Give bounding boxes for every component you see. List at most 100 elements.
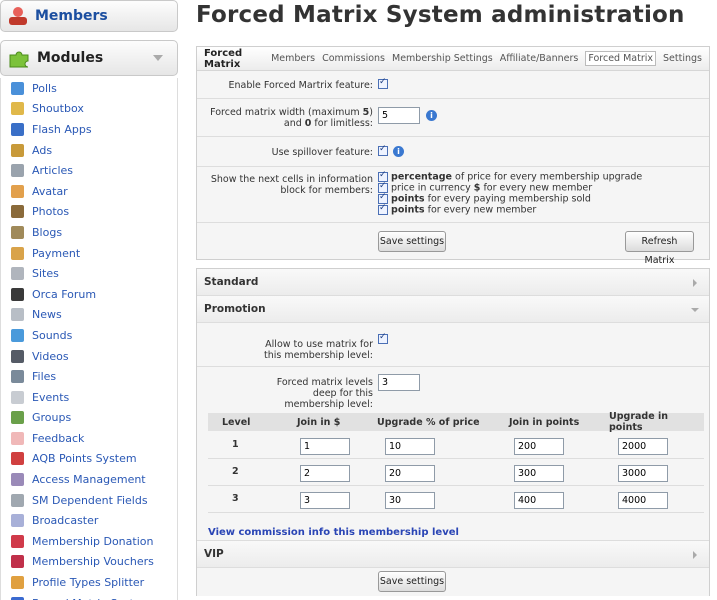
sidebar: Members Modules Polls Shoutbox Flash Apps A…	[0, 0, 178, 600]
members-label: Members	[35, 8, 108, 24]
col-upgrade-pct: Upgrade % of price	[377, 416, 480, 428]
join-points-input[interactable]: 200	[514, 438, 564, 455]
module-icon	[11, 370, 24, 384]
sidebar-item[interactable]: Forced Matrix System	[1, 593, 177, 600]
upgrade-pct-input[interactable]: 20	[385, 465, 435, 482]
chevron-down-icon	[691, 308, 699, 312]
view-commission-link[interactable]: View commission info this membership lev…	[208, 527, 459, 538]
upgrade-pct-input[interactable]: 30	[385, 492, 435, 509]
sidebar-item-label: Sites	[32, 267, 59, 281]
sidebar-item-label: Forced Matrix System	[32, 597, 151, 600]
tab-membership-settings[interactable]: Membership Settings	[392, 53, 493, 64]
levels-actions: Save settings	[197, 568, 709, 596]
matrix-width-input[interactable]: 5	[378, 107, 420, 124]
sidebar-item[interactable]: News	[1, 305, 177, 326]
promotion-label: Promotion	[204, 303, 266, 315]
allow-matrix-checkbox[interactable]	[378, 332, 388, 344]
modules-menu-header[interactable]: Modules	[0, 40, 178, 76]
sidebar-item[interactable]: Events	[1, 387, 177, 408]
tab-commissions[interactable]: Commissions	[322, 53, 385, 64]
sidebar-item[interactable]: Shoutbox	[1, 99, 177, 120]
allow-row: Allow to use matrix for this membership l…	[197, 323, 709, 367]
sidebar-item-label: Orca Forum	[32, 287, 97, 301]
sidebar-item[interactable]: Feedback	[1, 428, 177, 449]
tab-affiliate-banners[interactable]: Affiliate/Banners	[500, 53, 579, 64]
sidebar-item[interactable]: Videos	[1, 346, 177, 367]
tab-bar: Forced Matrix Members Commissions Member…	[197, 47, 709, 71]
join-dollars-input[interactable]: 3	[300, 492, 350, 509]
members-menu-header[interactable]: Members	[0, 0, 178, 32]
sidebar-item[interactable]: SM Dependent Fields	[1, 490, 177, 511]
width-row: Forced matrix width (maximum 5) and 0 fo…	[197, 99, 709, 137]
page-title: Forced Matrix System administration	[196, 2, 685, 28]
join-dollars-input[interactable]: 1	[300, 438, 350, 455]
accordion-promotion[interactable]: Promotion	[197, 296, 709, 323]
levels-deep-input[interactable]: 3	[378, 374, 420, 391]
sidebar-item[interactable]: Files	[1, 366, 177, 387]
sidebar-item[interactable]: Articles	[1, 160, 177, 181]
table-row: 2 2 20 300 3000	[208, 460, 704, 486]
join-dollars-input[interactable]: 2	[300, 465, 350, 482]
sidebar-item[interactable]: Photos	[1, 202, 177, 223]
module-icon	[11, 576, 24, 590]
info-option-points-new: points for every new member	[378, 203, 536, 216]
deep-row: Forced matrix levels deep for this members…	[197, 367, 709, 413]
sidebar-item[interactable]: Ads	[1, 140, 177, 161]
level-number: 2	[232, 466, 239, 477]
spillover-checkbox[interactable]	[378, 144, 388, 156]
join-points-input[interactable]: 400	[514, 492, 564, 509]
sidebar-item[interactable]: Blogs	[1, 222, 177, 243]
sidebar-item-label: Blogs	[32, 225, 63, 239]
join-points-input[interactable]: 300	[514, 465, 564, 482]
sidebar-item[interactable]: Membership Vouchers	[1, 552, 177, 573]
sidebar-item-label: Polls	[32, 81, 57, 95]
refresh-matrix-button[interactable]: Refresh Matrix	[625, 231, 694, 266]
module-icon	[11, 473, 24, 487]
enable-checkbox[interactable]	[378, 77, 388, 89]
sidebar-item[interactable]: Access Management	[1, 469, 177, 490]
sidebar-item-label: Ads	[32, 143, 53, 157]
sidebar-item[interactable]: Orca Forum	[1, 284, 177, 305]
col-level: Level	[222, 416, 251, 428]
upgrade-points-input[interactable]: 2000	[618, 438, 668, 455]
upgrade-pct-input[interactable]: 10	[385, 438, 435, 455]
info-icon[interactable]: i	[393, 146, 404, 157]
tab-members[interactable]: Members	[271, 53, 315, 64]
spillover-row: Use spillover feature: i	[197, 137, 709, 167]
sidebar-item-label: Groups	[32, 411, 72, 425]
sidebar-item[interactable]: AQB Points System	[1, 449, 177, 470]
sidebar-item[interactable]: Membership Donation	[1, 531, 177, 552]
save-levels-button[interactable]: Save settings	[378, 571, 446, 592]
sidebar-item[interactable]: Broadcaster	[1, 510, 177, 531]
chevron-right-icon	[693, 551, 697, 559]
sidebar-item-label: Feedback	[32, 431, 85, 445]
allow-label: Allow to use matrix for this membership l…	[264, 339, 373, 361]
sidebar-item[interactable]: Polls	[1, 78, 177, 99]
save-settings-button[interactable]: Save settings	[378, 231, 446, 252]
tab-settings[interactable]: Settings	[663, 53, 702, 64]
accordion-vip[interactable]: VIP	[197, 541, 709, 568]
sidebar-item-label: Payment	[32, 246, 81, 260]
info-icon[interactable]: i	[426, 110, 437, 121]
tab-forced-matrix[interactable]: Forced Matrix	[585, 51, 657, 66]
sidebar-item[interactable]: Avatar	[1, 181, 177, 202]
module-icon	[11, 267, 24, 281]
info-option-price: price in currency $ for every new member	[378, 181, 592, 194]
accordion-standard[interactable]: Standard	[197, 269, 709, 296]
upgrade-points-input[interactable]: 4000	[618, 492, 668, 509]
chevron-down-icon[interactable]	[153, 55, 163, 61]
option-checkbox[interactable]	[378, 203, 388, 215]
info-option-points-paying: points for every paying membership sold	[378, 192, 591, 205]
module-icon	[11, 246, 24, 260]
sidebar-item[interactable]: Groups	[1, 408, 177, 429]
sidebar-item[interactable]: Payment	[1, 243, 177, 264]
sidebar-item[interactable]: Profile Types Splitter	[1, 572, 177, 593]
module-icon	[11, 555, 24, 569]
enable-row: Enable Forced Martrix feature:	[197, 71, 709, 99]
info-cells-label: Show the next cells in information block …	[210, 174, 373, 196]
upgrade-points-input[interactable]: 3000	[618, 465, 668, 482]
sidebar-item[interactable]: Sounds	[1, 325, 177, 346]
sidebar-item[interactable]: Sites	[1, 263, 177, 284]
sidebar-item[interactable]: Flash Apps	[1, 119, 177, 140]
module-icon	[11, 431, 24, 445]
